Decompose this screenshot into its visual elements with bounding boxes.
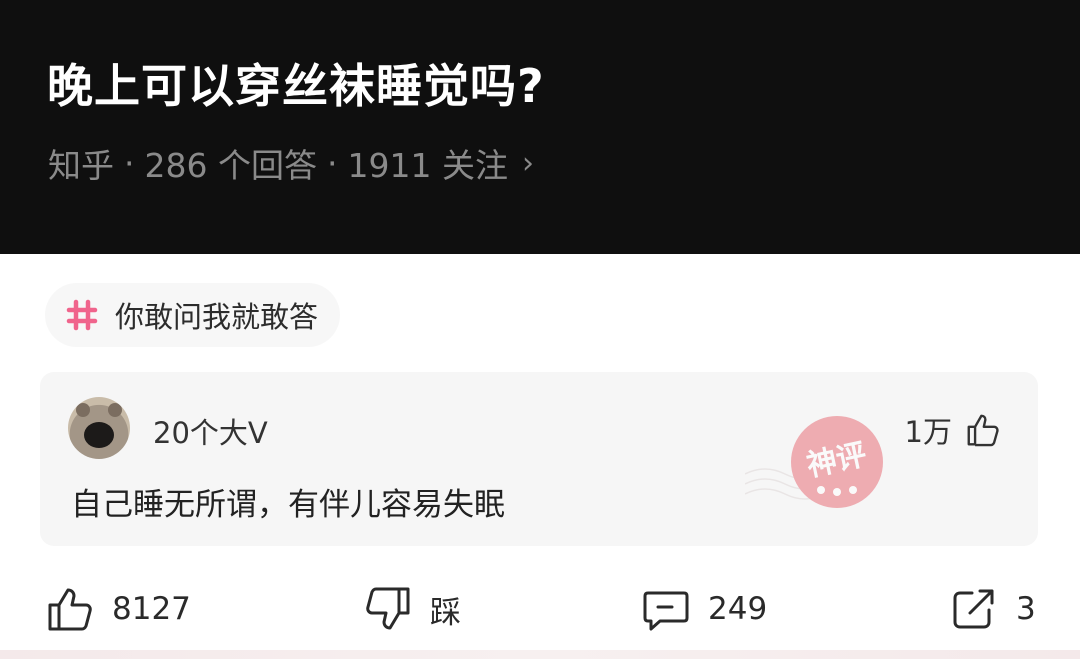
thumbs-up-icon <box>48 588 92 631</box>
share-button[interactable]: 3 <box>950 584 1036 634</box>
answer-count: 286 个回答 <box>144 146 317 185</box>
dislike-label: 踩 <box>430 594 461 631</box>
source-label: 知乎 <box>48 146 114 185</box>
bottom-divider <box>0 650 1080 659</box>
author-name[interactable]: 20个大V <box>153 410 268 452</box>
comment-text: 自己睡无所谓，有伴儿容易失眠 <box>71 487 505 523</box>
question-title[interactable]: 晚上可以穿丝袜睡觉吗? <box>47 50 545 116</box>
hashtag-icon <box>66 299 98 331</box>
comment-button[interactable]: 249 <box>642 584 767 634</box>
question-meta[interactable]: 知乎 · 286 个回答 · 1911 关注 › <box>48 141 534 186</box>
author-avatar[interactable] <box>68 397 130 459</box>
thumbs-up-icon <box>967 414 999 447</box>
separator: · <box>124 143 135 183</box>
card-like-count: 1万 <box>904 415 952 449</box>
question-header: 晚上可以穿丝袜睡觉吗? 知乎 · 286 个回答 · 1911 关注 › <box>0 0 1080 254</box>
like-button[interactable]: 8127 <box>46 584 191 634</box>
hot-comment-card[interactable]: 神评 20个大V 1万 自己睡无所谓，有伴儿容易失眠 <box>40 372 1038 546</box>
dislike-button[interactable]: 踩 <box>364 584 461 634</box>
comment-count: 249 <box>708 591 768 627</box>
follower-count: 1911 关注 <box>347 146 508 185</box>
thumbs-down-icon <box>366 587 410 630</box>
chevron-right-icon: › <box>521 145 534 181</box>
separator: · <box>326 143 338 183</box>
share-icon <box>953 589 994 629</box>
comment-icon <box>643 591 689 631</box>
like-count: 8127 <box>112 591 191 627</box>
topic-label: 你敢问我就敢答 <box>115 300 319 334</box>
stamp-watermark: 神评 <box>745 416 883 508</box>
action-bar: 8127 踩 249 3 <box>0 572 1080 652</box>
share-count: 3 <box>1016 591 1036 627</box>
topic-tag[interactable]: 你敢问我就敢答 <box>45 283 341 347</box>
card-like-button[interactable]: 1万 <box>905 409 1002 451</box>
